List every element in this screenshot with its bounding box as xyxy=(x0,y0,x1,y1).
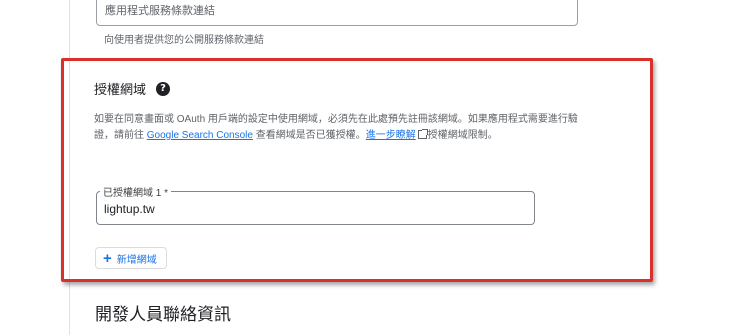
tos-helper-text: 向使用者提供您的公開服務條款連結 xyxy=(104,35,264,46)
tos-placeholder: 應用程式服務條款連結 xyxy=(105,5,215,17)
description-part-2: 查看網域是否已獲授權。 xyxy=(255,130,366,141)
description-part-3: 授權網域限制。 xyxy=(427,130,498,141)
open-in-new-icon xyxy=(417,129,428,139)
oauth-consent-page: 應用程式服務條款連結 向使用者提供您的公開服務條款連結 授權網域 ? 如要在同意… xyxy=(0,0,734,335)
google-search-console-link[interactable]: Google Search Console xyxy=(147,130,253,141)
learn-more-link[interactable]: 進一步瞭解 xyxy=(366,130,416,141)
authorized-domain-1-value[interactable]: lightup.tw xyxy=(104,202,155,216)
authorized-domains-description: 如要在同意畫面或 OAuth 用戶端的設定中使用網域，必須先在此處預先註冊該網域… xyxy=(94,112,580,144)
plus-icon: + xyxy=(103,249,112,267)
help-icon[interactable]: ? xyxy=(156,81,171,96)
developer-contact-heading: 開發人員聯絡資訊 xyxy=(95,305,231,324)
add-domain-label: 新增網域 xyxy=(116,254,157,266)
authorized-domains-heading: 授權網域 ? xyxy=(94,79,171,98)
add-domain-button[interactable]: + 新增網域 xyxy=(95,247,167,269)
authorized-domain-1-label: 已授權網域 1 * xyxy=(100,184,172,199)
authorized-domains-title: 授權網域 xyxy=(94,82,147,97)
terms-of-service-link-input[interactable]: 應用程式服務條款連結 xyxy=(96,0,578,26)
